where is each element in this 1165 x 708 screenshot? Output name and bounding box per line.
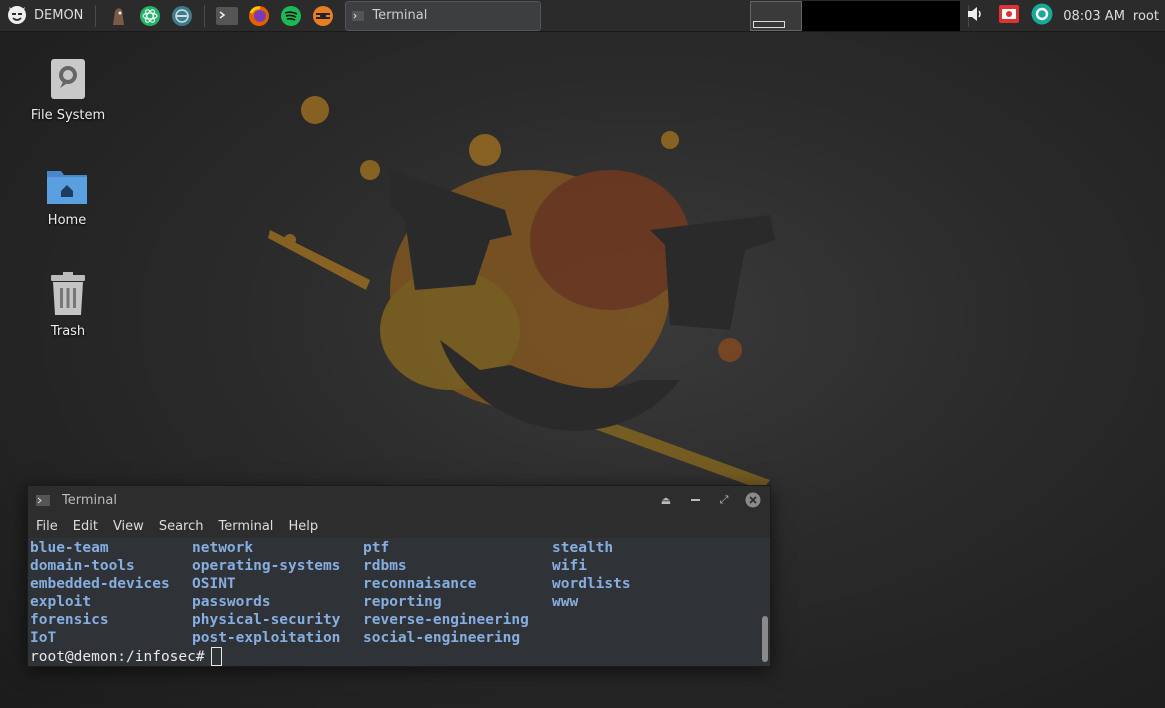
listing-entry: IoT	[30, 630, 57, 646]
scrollbar-thumb[interactable]	[762, 616, 768, 662]
trash-icon	[50, 272, 86, 320]
beef-icon[interactable]	[106, 4, 130, 28]
terminal-output[interactable]: blue-team network ptf stealth domain-too…	[28, 538, 760, 666]
terminal-titlebar[interactable]: Terminal ⏏ ⤢	[28, 486, 770, 514]
system-tray: 08:03 AM root	[967, 0, 1165, 32]
home-folder-icon	[46, 167, 88, 209]
listing-entry: embedded-devices	[30, 576, 170, 592]
listing-entry: OSINT	[192, 576, 236, 592]
directory-listing: blue-team network ptf stealth domain-too…	[30, 539, 760, 647]
desktop-icon-label: Trash	[50, 324, 86, 339]
panel-separator	[204, 4, 206, 27]
terminal-icon	[36, 491, 50, 510]
shell-prompt: root@demon:/infosec#	[30, 648, 205, 665]
listing-entry: domain-tools	[30, 558, 135, 574]
listing-entry: network	[192, 540, 254, 556]
desktop-icon-trash[interactable]: Trash	[18, 272, 118, 339]
task-label: Terminal	[372, 8, 428, 23]
menu-edit[interactable]: Edit	[73, 519, 98, 534]
text-cursor	[210, 647, 222, 666]
panel-separator	[95, 4, 97, 27]
menu-help[interactable]: Help	[288, 519, 318, 534]
hard-drive-icon	[50, 58, 86, 104]
desktop-icon-file-system[interactable]: File System	[18, 58, 118, 123]
clock[interactable]: 08:03 AM	[1063, 9, 1125, 24]
screen-recorder-icon[interactable]	[999, 5, 1020, 27]
listing-entry: physical-security	[192, 612, 341, 628]
listing-entry: wordlists	[552, 576, 631, 592]
menu-view[interactable]: View	[113, 519, 144, 534]
window-title: Terminal	[62, 492, 117, 508]
listing-entry: ptf	[363, 540, 390, 556]
menu-label: DEMON	[34, 8, 84, 23]
listing-entry: www	[552, 594, 579, 610]
firefox-icon[interactable]	[247, 4, 271, 28]
listing-entry: rdbms	[363, 558, 407, 574]
maximize-icon[interactable]: ⤢	[715, 491, 733, 509]
workspace-2[interactable]	[802, 1, 960, 31]
applications-menu-button[interactable]: DEMON	[0, 0, 89, 32]
listing-entry: social-engineering	[363, 630, 521, 646]
close-icon[interactable]	[744, 491, 762, 509]
listing-entry: post-exploitation	[192, 630, 341, 646]
terminal-icon[interactable]	[215, 4, 239, 28]
spotify-icon[interactable]	[279, 4, 303, 28]
terminal-window[interactable]: Terminal ⏏ ⤢ File Edit View Search Termi…	[27, 485, 771, 667]
listing-entry: stealth	[552, 540, 614, 556]
desktop-icon-label: File System	[30, 108, 106, 123]
desktop-icon-label: Home	[47, 213, 87, 228]
top-panel: DEMON Terminal 08:03 AM root	[0, 0, 1165, 32]
menu-search[interactable]: Search	[159, 519, 204, 534]
menu-terminal[interactable]: Terminal	[218, 519, 273, 534]
listing-entry: exploit	[30, 594, 92, 610]
window-controls: ⏏ ⤢	[646, 491, 762, 509]
listing-entry: passwords	[192, 594, 271, 610]
desktop-icon-home[interactable]: Home	[17, 167, 117, 228]
terminal-icon	[352, 6, 365, 25]
taskbar-terminal-button[interactable]: Terminal	[345, 0, 542, 31]
listing-entry: reconnaisance	[363, 576, 477, 592]
listing-entry	[552, 629, 752, 647]
listing-entry: wifi	[552, 558, 587, 574]
wallpaper-art	[268, 96, 775, 500]
listing-entry: operating-systems	[192, 558, 341, 574]
terminal-menubar: File Edit View Search Terminal Help	[28, 514, 770, 538]
volume-icon[interactable]	[967, 6, 985, 26]
user-name[interactable]: root	[1133, 9, 1159, 24]
listing-entry: reporting	[363, 594, 442, 610]
atom-icon[interactable]	[138, 4, 162, 28]
workspace-1[interactable]	[750, 1, 802, 31]
camera-shutter-icon[interactable]	[1031, 3, 1053, 29]
listing-entry: forensics	[30, 612, 109, 628]
menu-file[interactable]: File	[36, 519, 58, 534]
minimize-icon[interactable]	[686, 491, 704, 509]
shell-prompt-line[interactable]: root@demon:/infosec#	[30, 647, 760, 666]
listing-entry: reverse-engineering	[363, 612, 529, 628]
demon-logo-icon	[6, 3, 28, 29]
burpsuite-icon[interactable]	[311, 4, 335, 28]
listing-entry: blue-team	[30, 540, 109, 556]
listing-entry	[552, 611, 752, 629]
eclipse-icon[interactable]	[170, 4, 194, 28]
shade-icon[interactable]: ⏏	[657, 491, 675, 509]
